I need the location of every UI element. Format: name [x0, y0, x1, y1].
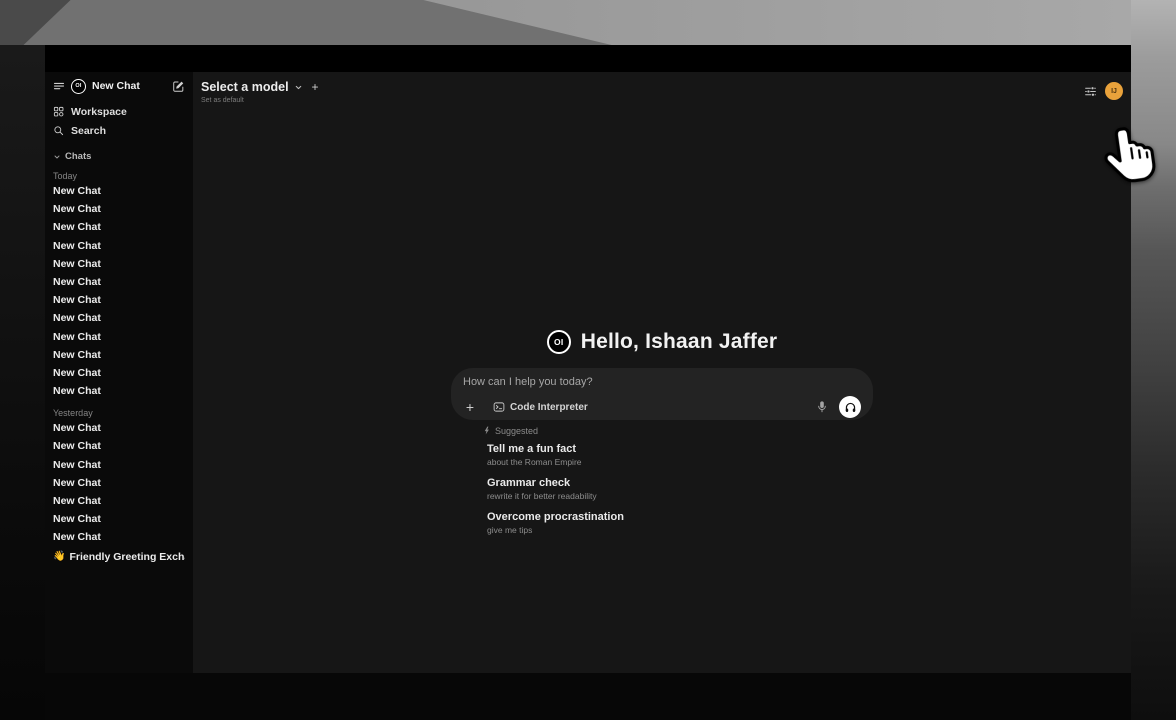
greeting-text: Hello, Ishaan Jaffer — [581, 330, 778, 354]
suggested-header: Suggested — [483, 425, 873, 436]
desktop-background-left — [0, 45, 45, 720]
suggested-prompt-subtitle: give me tips — [487, 525, 873, 536]
microphone-icon[interactable] — [816, 400, 828, 414]
app-window: OI New Chat Workspace Search — [45, 45, 1131, 673]
workspace-grid-icon — [53, 106, 64, 117]
chevron-down-icon — [294, 83, 303, 92]
sidebar-chat-item[interactable]: New Chat — [53, 382, 185, 400]
suggested-prompt-title: Tell me a fun fact — [487, 443, 873, 456]
message-input[interactable]: How can I help you today? + Code Interpr… — [451, 368, 873, 420]
attach-button[interactable]: + — [463, 399, 477, 415]
workspace-label: Workspace — [71, 106, 127, 118]
sidebar-chat-item[interactable]: New Chat — [53, 218, 185, 236]
today-chat-list: New ChatNew ChatNew ChatNew ChatNew Chat… — [53, 182, 185, 400]
suggested-prompt-subtitle: rewrite it for better readability — [487, 491, 873, 502]
sidebar-chat-item[interactable]: New Chat — [53, 273, 185, 291]
search-label: Search — [71, 125, 106, 137]
desktop-background-right — [1131, 0, 1176, 720]
sidebar-chat-item[interactable]: New Chat — [53, 255, 185, 273]
search-icon — [53, 125, 64, 136]
backdrop-diagonal-shape — [0, 0, 1176, 45]
voice-call-button[interactable] — [839, 396, 861, 418]
window-top-bar — [45, 45, 1131, 72]
bolt-icon — [483, 426, 491, 435]
welcome-hero: OI Hello, Ishaan Jaffer How can I help y… — [451, 327, 873, 545]
sidebar-chat-item[interactable]: New Chat — [53, 364, 185, 382]
sidebar-chat-item[interactable]: New Chat — [53, 437, 185, 455]
sidebar-chat-item[interactable]: New Chat — [53, 346, 185, 364]
suggested-prompt[interactable]: Overcome procrastination give me tips — [487, 511, 873, 536]
suggested-list: Tell me a fun fact about the Roman Empir… — [487, 443, 873, 536]
suggested-prompt-subtitle: about the Roman Empire — [487, 457, 873, 468]
app-logo: OI — [71, 79, 86, 94]
sidebar-chat-item[interactable]: New Chat — [53, 309, 185, 327]
sidebar-chat-item[interactable]: New Chat — [53, 328, 185, 346]
yesterday-chat-list: New ChatNew ChatNew ChatNew ChatNew Chat… — [53, 419, 185, 546]
model-selector-label: Select a model — [201, 80, 289, 94]
main-header: Select a model + Set as default IJ — [193, 72, 1131, 104]
sidebar-chat-item[interactable]: New Chat — [53, 419, 185, 437]
sidebar-chat-item[interactable]: New Chat — [53, 510, 185, 528]
desktop-background-top — [0, 0, 1176, 45]
suggested-prompt-title: Grammar check — [487, 477, 873, 490]
sidebar-item-search[interactable]: Search — [53, 121, 185, 140]
controls-sliders-icon[interactable] — [1084, 85, 1097, 98]
sidebar-chat-item[interactable]: New Chat — [53, 456, 185, 474]
chats-section-toggle[interactable]: Chats — [53, 150, 185, 163]
suggested-prompt[interactable]: Grammar check rewrite it for better read… — [487, 477, 873, 502]
model-selector[interactable]: Select a model + — [201, 80, 319, 94]
sidebar-toggle-icon[interactable] — [53, 80, 65, 92]
chevron-down-icon — [53, 153, 61, 161]
sidebar-chat-item[interactable]: New Chat — [53, 237, 185, 255]
sidebar-chat-item[interactable]: New Chat — [53, 528, 185, 546]
app-logo: OI — [547, 330, 571, 354]
message-input-placeholder: How can I help you today? — [463, 376, 861, 389]
suggested-prompt[interactable]: Tell me a fun fact about the Roman Empir… — [487, 443, 873, 468]
code-interpreter-toggle[interactable]: Code Interpreter — [493, 401, 588, 413]
user-avatar[interactable]: IJ — [1105, 82, 1123, 100]
set-as-default-button[interactable]: Set as default — [201, 97, 319, 104]
group-label-yesterday: Yesterday — [53, 407, 185, 419]
sidebar: OI New Chat Workspace Search — [45, 72, 193, 673]
sidebar-chat-item[interactable]: New Chat — [53, 291, 185, 309]
sidebar-chat-item[interactable]: New Chat — [53, 492, 185, 510]
suggested-label: Suggested — [495, 426, 538, 436]
sidebar-header: OI New Chat — [53, 77, 185, 95]
chats-section-label: Chats — [65, 151, 91, 162]
group-label-today: Today — [53, 170, 185, 182]
greeting-row: OI Hello, Ishaan Jaffer — [451, 327, 873, 357]
terminal-icon — [493, 401, 505, 413]
sidebar-chat-item[interactable]: New Chat — [53, 200, 185, 218]
headphones-icon — [844, 401, 857, 414]
sidebar-chat-item[interactable]: New Chat — [53, 474, 185, 492]
sidebar-chat-item[interactable]: New Chat — [53, 182, 185, 200]
suggested-prompt-title: Overcome procrastination — [487, 511, 873, 524]
suggested-section: Suggested Tell me a fun fact about the R… — [451, 425, 873, 536]
named-chat-label: Friendly Greeting Exchange — [69, 548, 185, 566]
sidebar-title: New Chat — [92, 80, 140, 92]
main-panel: Select a model + Set as default IJ OI — [193, 72, 1131, 673]
wave-emoji-icon: 👋 — [53, 548, 65, 566]
add-model-button[interactable]: + — [312, 80, 319, 94]
desktop-background-bottom — [45, 673, 1131, 720]
new-chat-icon[interactable] — [172, 80, 185, 93]
sidebar-chat-item-named[interactable]: 👋 Friendly Greeting Exchange — [53, 548, 185, 566]
sidebar-item-workspace[interactable]: Workspace — [53, 102, 185, 121]
code-interpreter-label: Code Interpreter — [510, 402, 588, 413]
